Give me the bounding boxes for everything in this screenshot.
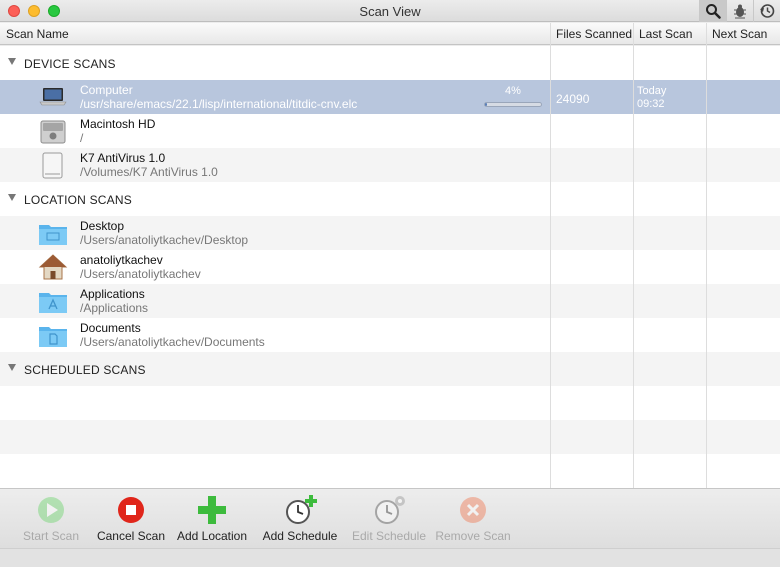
disclosure-triangle-icon[interactable]: [8, 58, 16, 65]
stop-icon: [116, 495, 146, 525]
column-divider[interactable]: [706, 23, 707, 488]
clock-add-icon: [285, 495, 317, 525]
table-row-k7-antivirus[interactable]: K7 AntiVirus 1.0 /Volumes/K7 AntiVirus 1…: [0, 148, 780, 182]
add-location-button[interactable]: Add Location: [167, 495, 257, 547]
scan-progress-fill: [485, 103, 488, 106]
column-header-files-scanned[interactable]: Files Scanned: [556, 27, 632, 41]
home-folder-icon: [38, 253, 68, 281]
item-name: Computer: [80, 83, 133, 97]
hard-drive-icon: [38, 117, 68, 145]
group-label: SCHEDULED SCANS: [24, 363, 146, 377]
table-header: Scan Name Files Scanned Last Scan Next S…: [0, 23, 780, 45]
clock-gear-icon: [374, 495, 405, 525]
item-path: /Users/anatoliytkachev/Documents: [80, 335, 265, 349]
item-name: Documents: [80, 321, 141, 335]
column-divider[interactable]: [550, 23, 551, 488]
start-scan-button[interactable]: Start Scan: [6, 495, 96, 547]
item-path: /usr/share/emacs/22.1/lisp/international…: [80, 97, 358, 111]
item-path: /Users/anatoliytkachev/Desktop: [80, 233, 249, 247]
table-row-documents[interactable]: Documents /Users/anatoliytkachev/Documen…: [0, 318, 780, 352]
history-icon[interactable]: [753, 0, 780, 22]
table-row-desktop[interactable]: Desktop /Users/anatoliytkachev/Desktop: [0, 216, 780, 250]
plus-icon: [197, 495, 227, 525]
scan-outline-view[interactable]: DEVICE SCANS Computer /usr/share/emacs/2…: [0, 46, 780, 488]
last-scan-value: Today 09:32: [637, 85, 666, 111]
group-row-location-scans[interactable]: LOCATION SCANS: [0, 182, 780, 216]
column-divider[interactable]: [633, 23, 634, 488]
desktop-folder-icon: [38, 219, 68, 247]
cancel-scan-button[interactable]: Cancel Scan: [86, 495, 176, 547]
scan-progress-label: 4%: [505, 85, 521, 97]
last-scan-day: Today: [637, 85, 667, 97]
applications-folder-icon: [38, 287, 68, 315]
column-header-next-scan[interactable]: Next Scan: [712, 27, 767, 41]
add-schedule-button[interactable]: Add Schedule: [255, 495, 345, 547]
item-path: /Volumes/K7 AntiVirus 1.0: [80, 165, 218, 179]
files-scanned-value: 24090: [556, 92, 590, 106]
edit-schedule-button[interactable]: Edit Schedule: [344, 495, 434, 547]
column-header-last-scan[interactable]: Last Scan: [639, 27, 692, 41]
item-path: /Users/anatoliytkachev: [80, 267, 201, 281]
search-icon[interactable]: [699, 0, 726, 22]
play-icon: [36, 495, 66, 525]
status-bar: [0, 548, 780, 567]
toolbar-view-switcher: [699, 0, 780, 22]
item-path: /Applications: [80, 301, 149, 315]
group-label: LOCATION SCANS: [24, 193, 132, 207]
table-row-applications[interactable]: Applications /Applications: [0, 284, 780, 318]
bug-icon[interactable]: [726, 0, 753, 22]
window-title: Scan View: [359, 4, 421, 19]
item-name: K7 AntiVirus 1.0: [80, 151, 166, 165]
item-name: anatoliytkachev: [80, 253, 163, 267]
last-scan-time: 09:32: [637, 98, 665, 110]
group-row-scheduled-scans[interactable]: SCHEDULED SCANS: [0, 352, 780, 386]
item-name: Desktop: [80, 219, 125, 233]
item-name: Macintosh HD: [80, 117, 156, 131]
disclosure-triangle-icon[interactable]: [8, 194, 16, 201]
table-row-computer[interactable]: Computer /usr/share/emacs/22.1/lisp/inte…: [0, 80, 780, 114]
group-label: DEVICE SCANS: [24, 57, 116, 71]
laptop-icon: [38, 83, 68, 111]
disk-image-icon: [38, 151, 68, 179]
documents-folder-icon: [38, 321, 68, 349]
item-name: Applications: [80, 287, 145, 301]
remove-icon: [458, 495, 488, 525]
scan-progress-bar: [484, 102, 542, 107]
item-path: /: [80, 131, 84, 145]
empty-row: [0, 386, 780, 420]
group-row-device-scans[interactable]: DEVICE SCANS: [0, 46, 780, 80]
table-row-macintosh-hd[interactable]: Macintosh HD /: [0, 114, 780, 148]
action-bar: Start Scan Cancel Scan Add Location Add …: [0, 488, 780, 548]
remove-scan-button[interactable]: Remove Scan: [428, 495, 518, 547]
empty-row: [0, 420, 780, 454]
disclosure-triangle-icon[interactable]: [8, 364, 16, 371]
table-row-home[interactable]: anatoliytkachev /Users/anatoliytkachev: [0, 250, 780, 284]
title-bar: Scan View: [0, 0, 780, 22]
empty-row: [0, 454, 780, 488]
column-header-scan-name[interactable]: Scan Name: [6, 27, 69, 41]
